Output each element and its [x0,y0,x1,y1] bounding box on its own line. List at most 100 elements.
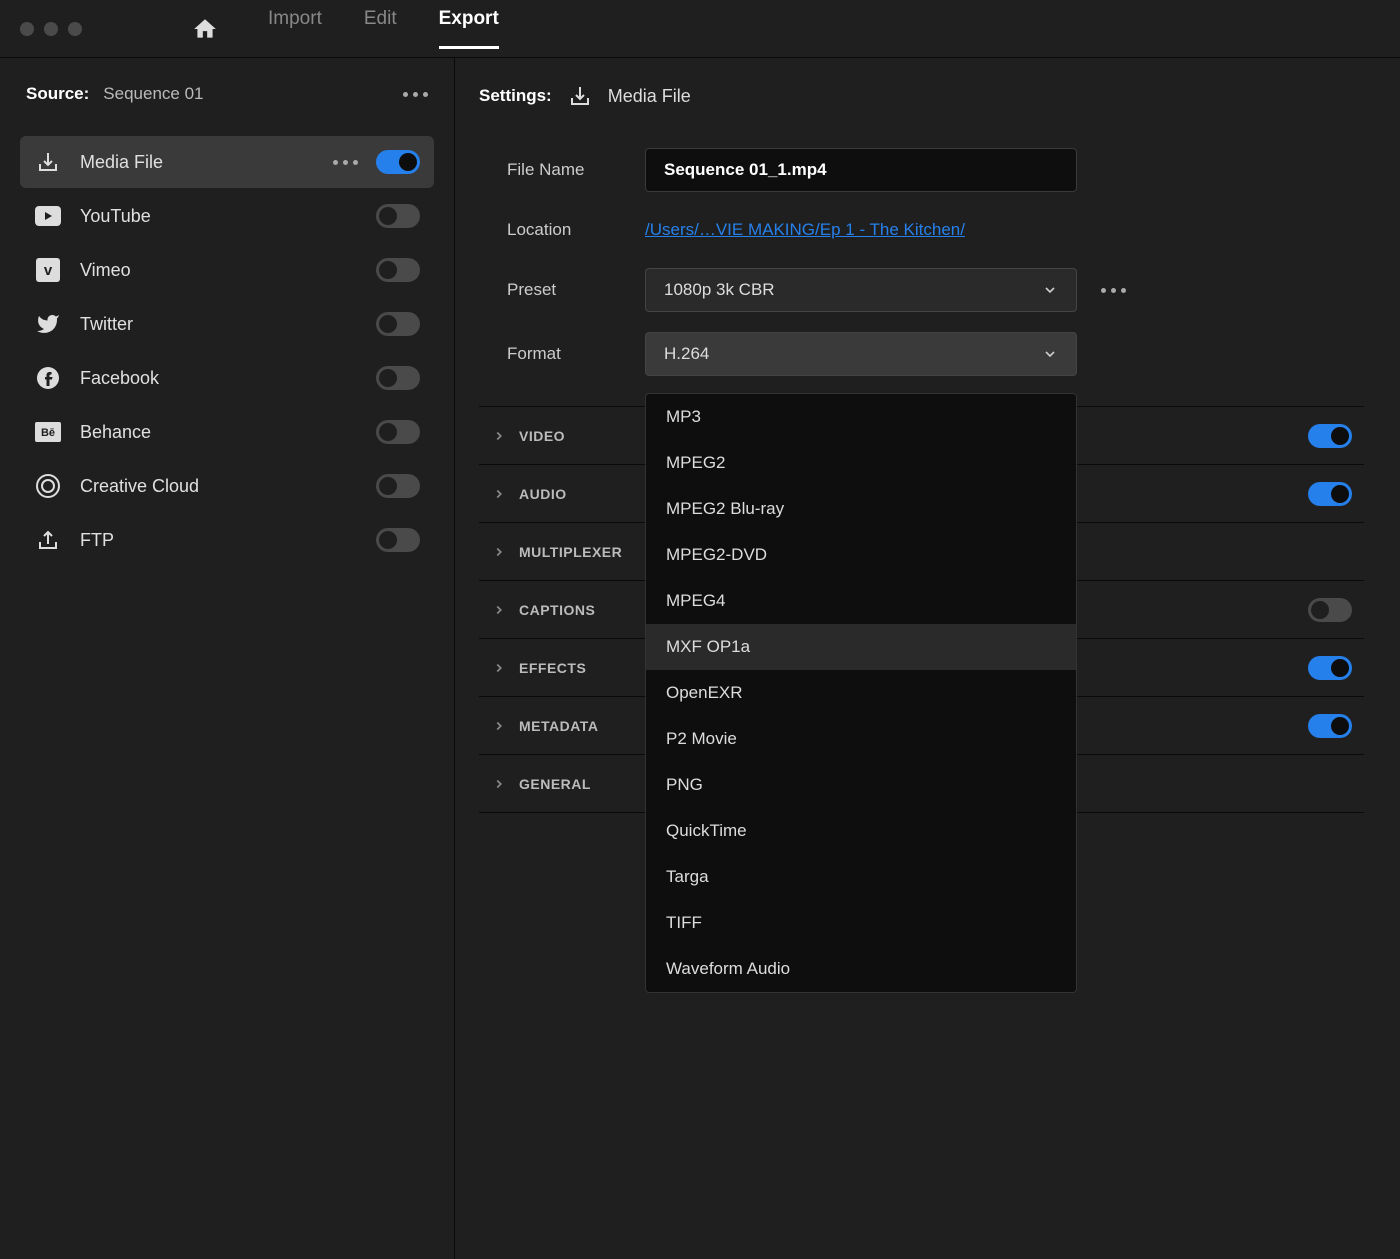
svg-text:v: v [44,262,53,279]
chevron-right-icon [487,719,511,733]
home-icon [192,16,218,42]
section-toggle[interactable] [1308,424,1352,448]
preset-select[interactable]: 1080p 3k CBR [645,268,1077,312]
chevron-down-icon [1042,282,1058,298]
source-label: Source: [26,84,89,104]
home-button[interactable] [192,16,218,42]
format-option[interactable]: OpenEXR [646,670,1076,716]
minimize-window-button[interactable] [44,22,58,36]
format-option[interactable]: QuickTime [646,808,1076,854]
youtube-icon [34,202,62,230]
preset-row: Preset 1080p 3k CBR [479,268,1364,312]
chevron-right-icon [487,487,511,501]
destination-facebook[interactable]: Facebook [20,352,434,404]
destination-twitter[interactable]: Twitter [20,298,434,350]
section-toggle[interactable] [1308,598,1352,622]
settings-panel: Settings: Media File File Name Location … [455,58,1400,1259]
destination-toggle[interactable] [376,312,420,336]
filename-row: File Name [479,148,1364,192]
destination-media-file[interactable]: Media File [20,136,434,188]
section-toggle[interactable] [1308,656,1352,680]
destination-behance[interactable]: Bē Behance [20,406,434,458]
format-value: H.264 [664,344,709,364]
destination-toggle[interactable] [376,366,420,390]
tab-edit[interactable]: Edit [364,8,397,49]
section-toggle[interactable] [1308,714,1352,738]
settings-label: Settings: [479,86,552,106]
format-option[interactable]: MP3 [646,394,1076,440]
source-name[interactable]: Sequence 01 [103,84,203,104]
destination-toggle[interactable] [376,258,420,282]
format-option[interactable]: TIFF [646,900,1076,946]
destination-ftp[interactable]: FTP [20,514,434,566]
twitter-icon [34,310,62,338]
format-option[interactable]: Targa [646,854,1076,900]
format-option[interactable]: Waveform Audio [646,946,1076,992]
location-row: Location /Users/…VIE MAKING/Ep 1 - The K… [479,220,1364,240]
chevron-right-icon [487,661,511,675]
maximize-window-button[interactable] [68,22,82,36]
vimeo-icon: v [34,256,62,284]
destination-label: Facebook [80,368,376,389]
behance-icon: Bē [34,418,62,446]
destination-more-button[interactable] [333,160,358,165]
format-option[interactable]: MXF OP1a [646,624,1076,670]
location-label: Location [507,220,645,240]
tab-import[interactable]: Import [268,8,322,49]
settings-destination-name: Media File [608,86,691,107]
destination-list: Media File YouTube v Vimeo Twitter Facebook Bē… [20,136,434,566]
format-option[interactable]: MPEG4 [646,578,1076,624]
preset-value: 1080p 3k CBR [664,280,775,300]
chevron-down-icon [1042,346,1058,362]
chevron-right-icon [487,429,511,443]
filename-label: File Name [507,160,645,180]
destination-label: YouTube [80,206,376,227]
format-option[interactable]: MPEG2 Blu-ray [646,486,1076,532]
close-window-button[interactable] [20,22,34,36]
cc-icon [34,472,62,500]
facebook-icon [34,364,62,392]
format-option[interactable]: P2 Movie [646,716,1076,762]
download-icon [34,148,62,176]
destination-label: Media File [80,152,333,173]
tab-export[interactable]: Export [439,8,499,49]
svg-text:Bē: Bē [41,427,55,439]
format-option[interactable]: MPEG2-DVD [646,532,1076,578]
destination-toggle[interactable] [376,528,420,552]
source-row: Source: Sequence 01 [20,84,434,104]
destination-toggle[interactable] [376,474,420,498]
format-row: Format H.264 [479,332,1364,376]
titlebar: Import Edit Export [0,0,1400,58]
destination-vimeo[interactable]: v Vimeo [20,244,434,296]
destination-label: FTP [80,530,376,551]
destination-toggle[interactable] [376,204,420,228]
location-link[interactable]: /Users/…VIE MAKING/Ep 1 - The Kitchen/ [645,220,965,240]
chevron-right-icon [487,777,511,791]
download-icon [568,84,592,108]
filename-input[interactable] [645,148,1077,192]
destination-label: Twitter [80,314,376,335]
window-controls [20,22,82,36]
section-toggle[interactable] [1308,482,1352,506]
destination-youtube[interactable]: YouTube [20,190,434,242]
destination-creative-cloud[interactable]: Creative Cloud [20,460,434,512]
chevron-right-icon [487,545,511,559]
source-more-button[interactable] [403,92,428,97]
chevron-right-icon [487,603,511,617]
format-select[interactable]: H.264 [645,332,1077,376]
destination-toggle[interactable] [376,150,420,174]
destination-label: Behance [80,422,376,443]
format-option[interactable]: PNG [646,762,1076,808]
sidebar: Source: Sequence 01 Media File YouTube v Vi… [0,58,455,1259]
format-dropdown[interactable]: MP3MPEG2MPEG2 Blu-rayMPEG2-DVDMPEG4MXF O… [645,393,1077,993]
destination-label: Vimeo [80,260,376,281]
upload-icon [34,526,62,554]
preset-label: Preset [507,280,645,300]
format-option[interactable]: MPEG2 [646,440,1076,486]
destination-toggle[interactable] [376,420,420,444]
format-label: Format [507,344,645,364]
main-tabs: Import Edit Export [268,8,499,49]
destination-label: Creative Cloud [80,476,376,497]
preset-more-button[interactable] [1101,288,1126,293]
settings-header: Settings: Media File [479,84,1364,108]
